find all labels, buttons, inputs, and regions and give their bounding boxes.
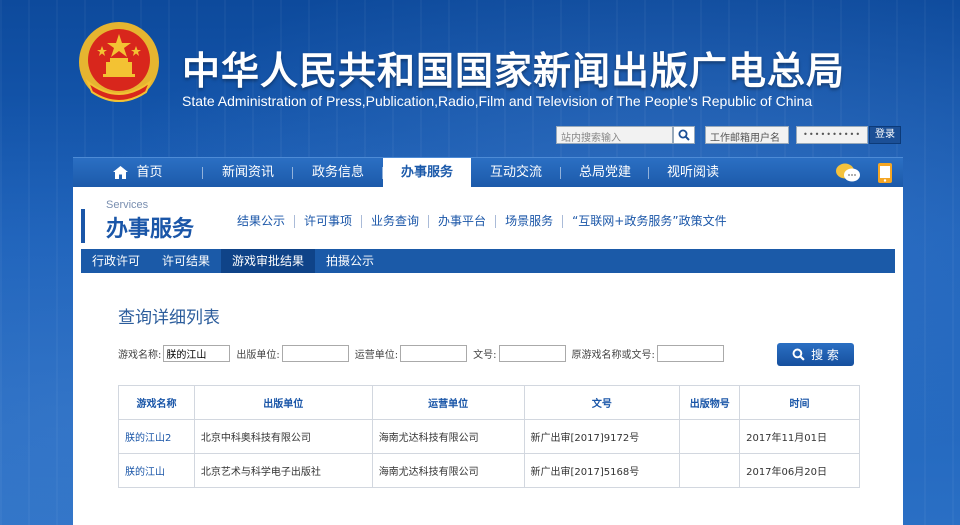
sub-nav-permit-result[interactable]: 许可结果 bbox=[151, 249, 221, 273]
col-operator: 运营单位 bbox=[371, 385, 525, 420]
publisher-label: 出版单位: bbox=[236, 350, 280, 361]
search-form: 游戏名称: 出版单位: 运营单位: 文号: 原游戏名称或文号: bbox=[118, 345, 730, 362]
game-name-input[interactable] bbox=[163, 345, 231, 362]
doc-no-label: 文号: bbox=[473, 350, 497, 361]
pub-no-cell bbox=[679, 453, 741, 488]
sub-link-permit-items[interactable]: 许可事项 bbox=[295, 215, 363, 228]
sub-link-service-platform[interactable]: 办事平台 bbox=[429, 215, 497, 228]
login-button[interactable]: 登录 bbox=[869, 126, 901, 144]
sub-nav-admin-permit[interactable]: 行政许可 bbox=[81, 249, 151, 273]
game-name-link[interactable]: 朕的江山2 bbox=[118, 419, 195, 454]
table-header-row: 游戏名称 出版单位 运营单位 文号 出版物号 时间 bbox=[118, 385, 860, 420]
sub-link-business-query[interactable]: 业务查询 bbox=[362, 215, 430, 228]
nav-interaction[interactable]: 互动交流 bbox=[471, 158, 561, 188]
query-search-button[interactable]: 搜 索 bbox=[777, 343, 854, 366]
nav-home[interactable]: 首页 bbox=[73, 158, 203, 188]
table-row: 朕的江山 北京艺术与科学电子出版社 海南尤达科技有限公司 新广出审[2017]5… bbox=[118, 453, 860, 488]
game-name-link[interactable]: 朕的江山 bbox=[118, 453, 195, 488]
sub-link-result-publicity[interactable]: 结果公示 bbox=[228, 215, 296, 228]
main-nav: 首页 新闻资讯 政务信息 办事服务 互动交流 总局党建 视听阅读 bbox=[73, 157, 903, 188]
email-username-input[interactable]: 工作邮箱用户名 bbox=[705, 126, 789, 144]
nav-news[interactable]: 新闻资讯 bbox=[203, 158, 293, 188]
service-title-cn: 办事服务 bbox=[106, 217, 195, 242]
home-icon bbox=[113, 166, 129, 179]
search-button[interactable] bbox=[673, 126, 695, 144]
content-card: Services 办事服务 结果公示 许可事项 业务查询 办事平台 场景服务 “… bbox=[73, 187, 903, 525]
doc-no-input[interactable] bbox=[498, 345, 566, 362]
col-game-name: 游戏名称 bbox=[118, 385, 195, 420]
sub-link-scene-service[interactable]: 场景服务 bbox=[496, 215, 564, 228]
service-title-en: Services bbox=[106, 199, 149, 211]
mobile-icon[interactable] bbox=[877, 162, 893, 184]
site-title: 中华人民共和国国家新闻出版广电总局 bbox=[182, 49, 846, 93]
page-title: 查询详细列表 bbox=[118, 308, 220, 328]
date-cell: 2017年06月20日 bbox=[739, 453, 860, 488]
operator-cell: 海南尤达科技有限公司 bbox=[371, 453, 525, 488]
game-name-label: 游戏名称: bbox=[118, 350, 162, 361]
service-accent-bar bbox=[81, 209, 85, 243]
nav-government-info[interactable]: 政务信息 bbox=[293, 158, 383, 188]
search-icon bbox=[792, 348, 805, 361]
nav-home-label: 首页 bbox=[136, 164, 163, 180]
col-pub-no: 出版物号 bbox=[679, 385, 741, 420]
orig-name-input[interactable] bbox=[656, 345, 724, 362]
table-row: 朕的江山2 北京中科奥科技有限公司 海南尤达科技有限公司 新广出审[2017]9… bbox=[118, 419, 860, 454]
national-emblem-icon bbox=[79, 22, 159, 102]
doc-no-cell: 新广出审[2017]9172号 bbox=[523, 419, 681, 454]
chat-bubbles-icon[interactable] bbox=[835, 162, 861, 184]
nav-audio-visual[interactable]: 视听阅读 bbox=[649, 158, 737, 188]
site-subtitle: State Administration of Press,Publicatio… bbox=[182, 93, 813, 109]
sub-nav-game-approval[interactable]: 游戏审批结果 bbox=[221, 249, 316, 273]
search-icon bbox=[678, 129, 690, 141]
col-doc-no: 文号 bbox=[523, 385, 681, 420]
pub-no-cell bbox=[679, 419, 741, 454]
doc-no-cell: 新广出审[2017]5168号 bbox=[523, 453, 681, 488]
password-input[interactable]: •••••••••• bbox=[796, 126, 868, 144]
site-search-input[interactable]: 站内搜索输入 bbox=[556, 126, 673, 144]
operator-label: 运营单位: bbox=[354, 350, 399, 361]
nav-party-building[interactable]: 总局党建 bbox=[561, 158, 649, 188]
date-cell: 2017年11月01日 bbox=[739, 419, 860, 454]
publisher-input[interactable] bbox=[281, 345, 349, 362]
nav-icons bbox=[835, 162, 893, 184]
sub-link-internet-policy[interactable]: “互联网+政务服务”政策文件 bbox=[563, 215, 736, 228]
operator-cell: 海南尤达科技有限公司 bbox=[371, 419, 525, 454]
service-sub-links: 结果公示 许可事项 业务查询 办事平台 场景服务 “互联网+政务服务”政策文件 bbox=[228, 215, 736, 228]
col-publisher: 出版单位 bbox=[193, 385, 373, 420]
operator-input[interactable] bbox=[400, 345, 468, 362]
results-table: 游戏名称 出版单位 运营单位 文号 出版物号 时间 朕的江山2 北京中科奥科技有… bbox=[118, 385, 860, 488]
publisher-cell: 北京艺术与科学电子出版社 bbox=[193, 453, 373, 488]
sub-nav: 行政许可 许可结果 游戏审批结果 拍摄公示 bbox=[81, 249, 895, 273]
service-header: Services 办事服务 结果公示 许可事项 业务查询 办事平台 场景服务 “… bbox=[81, 197, 895, 247]
nav-services[interactable]: 办事服务 bbox=[383, 157, 471, 188]
sub-nav-filming-publicity[interactable]: 拍摄公示 bbox=[315, 249, 385, 273]
query-search-label: 搜 索 bbox=[811, 348, 839, 362]
publisher-cell: 北京中科奥科技有限公司 bbox=[193, 419, 373, 454]
orig-name-label: 原游戏名称或文号: bbox=[571, 350, 655, 361]
col-date: 时间 bbox=[739, 385, 860, 420]
